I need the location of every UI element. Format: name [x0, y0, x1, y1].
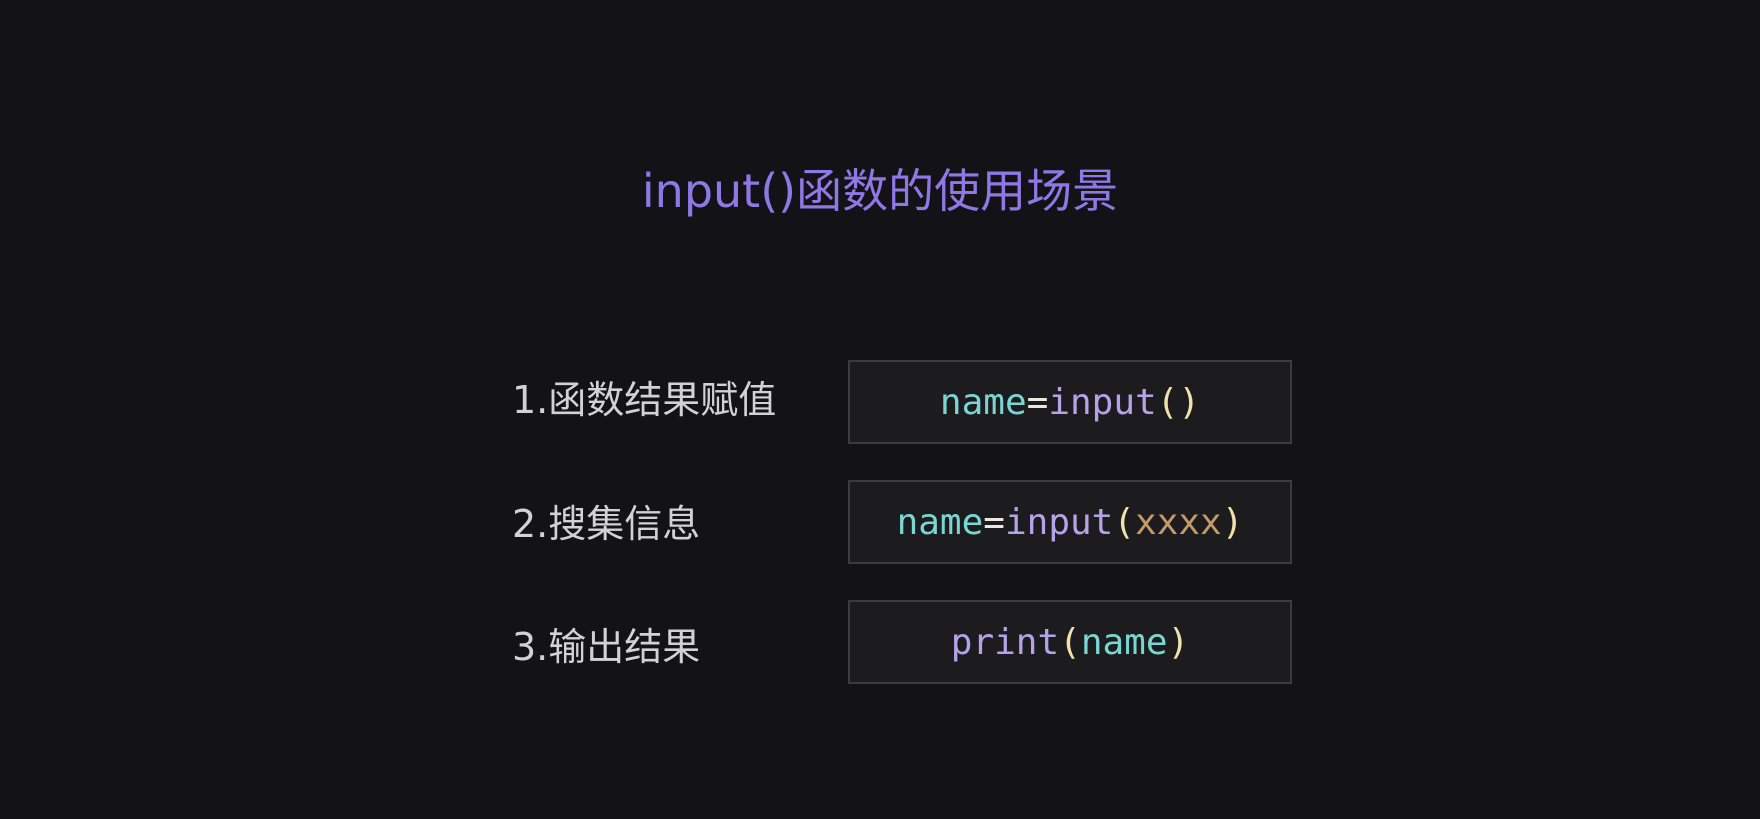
- slide: input()函数的使用场景 1.函数结果赋值 name = input() 2.搜…: [0, 0, 1760, 819]
- scenario-label-3: 3.输出结果: [512, 625, 701, 669]
- code-operator: =: [983, 501, 1005, 543]
- code-close-paren: ): [1221, 501, 1244, 543]
- scenario-label-2: 2.搜集信息: [512, 502, 701, 546]
- code-variable: name: [1080, 621, 1168, 663]
- code-open-paren: (: [1113, 501, 1136, 543]
- code-argument: xxxx: [1135, 501, 1222, 543]
- code-function: print: [950, 621, 1060, 663]
- code-box-3: print(name): [848, 600, 1292, 684]
- scenario-label-1: 1.函数结果赋值: [512, 378, 777, 422]
- code-function: input: [1004, 501, 1114, 543]
- code-close-paren: ): [1167, 621, 1190, 663]
- code-open-paren: (: [1156, 381, 1179, 423]
- code-variable: name: [939, 381, 1027, 423]
- code-close-paren: ): [1178, 381, 1201, 423]
- code-open-paren: (: [1059, 621, 1081, 663]
- code-variable: name: [896, 501, 984, 543]
- code-box-2: name = input(xxxx): [848, 480, 1292, 564]
- slide-title: input()函数的使用场景: [641, 164, 1119, 218]
- code-function: input: [1048, 381, 1157, 423]
- code-box-1: name = input(): [848, 360, 1292, 444]
- code-operator: =: [1026, 381, 1049, 423]
